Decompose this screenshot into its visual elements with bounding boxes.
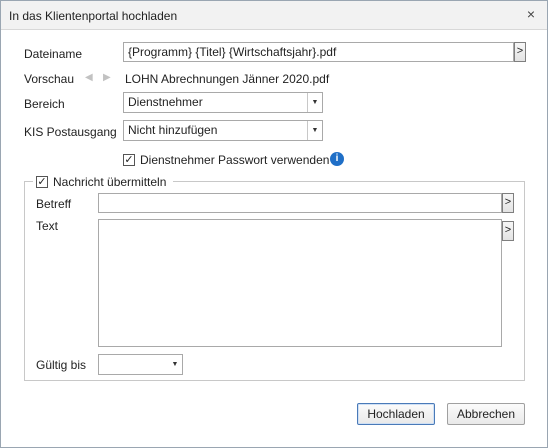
text-label: Text [36, 219, 59, 233]
chevron-down-icon[interactable]: ▼ [307, 93, 322, 112]
passwort-checkbox[interactable]: ✓ [123, 154, 135, 166]
gueltig-bis-label: Gültig bis [36, 358, 87, 372]
title-bar: In das Klientenportal hochladen × [1, 1, 547, 30]
info-icon[interactable]: i [330, 152, 344, 166]
close-icon[interactable]: × [523, 6, 539, 22]
passwort-label: Dienstnehmer Passwort verwenden [140, 153, 330, 167]
gueltig-bis-date-picker[interactable]: ▼ [98, 354, 183, 375]
previous-arrow-icon[interactable]: ◀ [85, 72, 93, 83]
kis-postausgang-select[interactable]: Nicht hinzufügen ▼ [123, 120, 323, 141]
nachricht-checkbox[interactable]: ✓ [36, 176, 48, 188]
dateiname-input[interactable]: {Programm} {Titel} {Wirtschaftsjahr}.pdf [123, 42, 514, 62]
dialog-title: In das Klientenportal hochladen [9, 9, 178, 23]
betreff-input[interactable] [98, 193, 502, 213]
dateiname-expand-button[interactable]: > [514, 42, 526, 62]
vorschau-label: Vorschau [24, 72, 75, 86]
hochladen-button[interactable]: Hochladen [357, 403, 435, 425]
nachricht-legend: ✓ Nachricht übermitteln [33, 173, 173, 191]
bereich-select[interactable]: Dienstnehmer ▼ [123, 92, 323, 113]
bereich-label: Bereich [24, 97, 65, 111]
chevron-down-icon[interactable]: ▼ [307, 121, 322, 140]
kis-postausgang-value: Nicht hinzufügen [128, 123, 218, 137]
upload-dialog: In das Klientenportal hochladen × Datein… [0, 0, 548, 448]
nachricht-label: Nachricht übermitteln [53, 175, 167, 189]
betreff-label: Betreff [36, 197, 72, 211]
betreff-expand-button[interactable]: > [502, 193, 514, 213]
vorschau-filename: LOHN Abrechnungen Jänner 2020.pdf [125, 72, 330, 86]
next-arrow-icon[interactable]: ▶ [103, 72, 111, 83]
bereich-value: Dienstnehmer [128, 95, 203, 109]
chevron-down-icon[interactable]: ▼ [168, 355, 182, 374]
text-expand-button[interactable]: > [502, 221, 514, 241]
kis-postausgang-label: KIS Postausgang [24, 125, 117, 139]
text-area[interactable] [98, 219, 502, 347]
abbrechen-button[interactable]: Abbrechen [447, 403, 525, 425]
dateiname-label: Dateiname [24, 47, 83, 61]
